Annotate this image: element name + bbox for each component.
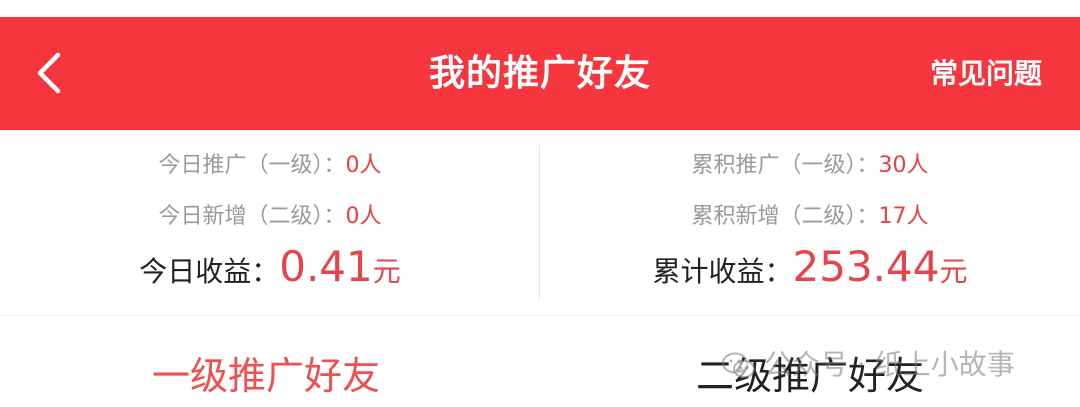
status-strip	[0, 0, 1080, 17]
today-income-unit: 元	[372, 255, 401, 288]
today-promote-value: 0人	[345, 153, 382, 178]
section-divider	[0, 315, 1080, 316]
watermark-text: 公众号 · 纸上小故事	[764, 348, 1015, 381]
watermark: 公众号 · 纸上小故事	[722, 343, 1015, 383]
today-promote-label: 今日推广（一级）：	[158, 153, 346, 178]
total-new-row: 累积新增（二级）：17人	[540, 198, 1080, 230]
total-promote-row: 累积推广（一级）：30人	[540, 147, 1080, 179]
header-bar: 我的推广好友 常见问题	[0, 17, 1080, 130]
tab-level-one-friends[interactable]: 一级推广好友	[152, 345, 380, 400]
total-promote-value: 30人	[878, 153, 929, 178]
total-income-value: 253.44	[792, 242, 940, 291]
total-stats: 累积推广（一级）：30人 累积新增（二级）：17人 累计收益：253.44元	[540, 130, 1080, 316]
total-income-label: 累计收益：	[652, 255, 793, 288]
today-income-label: 今日收益：	[139, 255, 280, 288]
today-stats: 今日推广（一级）：0人 今日新增（二级）：0人 今日收益：0.41元	[0, 130, 540, 316]
faq-button[interactable]: 常见问题	[930, 17, 1042, 130]
today-promote-row: 今日推广（一级）：0人	[0, 147, 540, 179]
today-new-value: 0人	[345, 204, 382, 229]
total-new-value: 17人	[878, 204, 929, 229]
today-income: 今日收益：0.41元	[0, 242, 540, 302]
total-income: 累计收益：253.44元	[540, 242, 1080, 302]
stats-panel: 今日推广（一级）：0人 今日新增（二级）：0人 今日收益：0.41元 累积推广（…	[0, 130, 1080, 316]
today-income-value: 0.41	[279, 242, 373, 291]
today-new-label: 今日新增（二级）：	[158, 204, 346, 229]
page-title: 我的推广好友	[428, 53, 651, 94]
total-promote-label: 累积推广（一级）：	[691, 153, 879, 178]
today-new-row: 今日新增（二级）：0人	[0, 198, 540, 230]
total-new-label: 累积新增（二级）：	[691, 204, 879, 229]
wechat-icon	[722, 352, 755, 378]
total-income-unit: 元	[939, 255, 968, 288]
